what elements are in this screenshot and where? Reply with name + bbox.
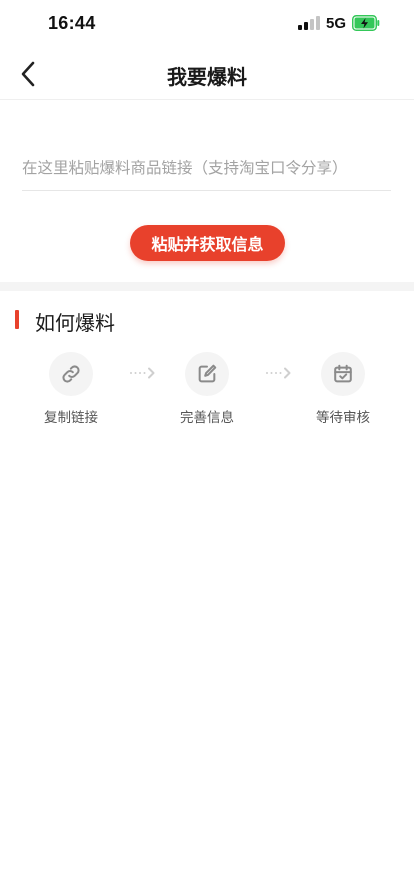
nav-bar: 我要爆料 <box>0 48 414 100</box>
section-accent-bar <box>15 310 19 329</box>
battery-charging-icon <box>352 15 380 31</box>
step-label: 完善信息 <box>180 410 234 426</box>
step-complete-info: 完善信息 <box>157 352 257 428</box>
product-link-input[interactable] <box>22 148 391 188</box>
step-copy-link: 复制链接 <box>21 352 121 428</box>
step-label: 等待审核 <box>316 410 370 426</box>
link-input-container <box>22 148 391 191</box>
status-bar: 16:44 5G <box>0 0 414 48</box>
dotted-arrow-right-icon <box>130 367 155 379</box>
step-await-review: 等待审核 <box>293 352 393 428</box>
dotted-arrow-right-icon <box>266 367 291 379</box>
section-title: 如何爆料 <box>35 311 115 335</box>
step-label: 复制链接 <box>44 410 98 426</box>
step-icon-container <box>49 352 93 396</box>
calendar-check-icon <box>334 364 352 383</box>
status-time: 16:44 <box>48 13 96 33</box>
edit-icon <box>198 364 217 383</box>
link-icon <box>62 365 80 383</box>
step-icon-container <box>321 352 365 396</box>
section-divider <box>0 282 414 291</box>
step-icon-container <box>185 352 229 396</box>
how-to-section-header: 如何爆料 <box>0 305 414 337</box>
network-type: 5G <box>326 15 347 32</box>
cellular-signal-icon <box>298 16 320 30</box>
paste-and-fetch-button[interactable]: 粘贴并获取信息 <box>130 225 285 261</box>
page-title: 我要爆料 <box>167 65 247 89</box>
